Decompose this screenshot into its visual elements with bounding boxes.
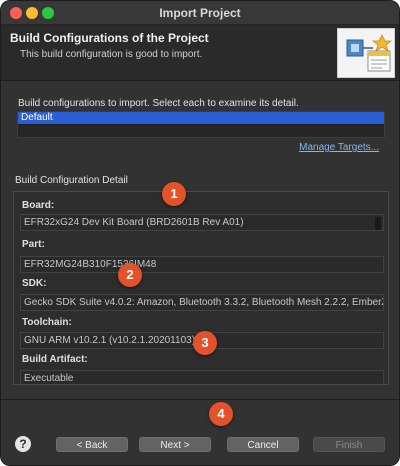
part-label: Part: xyxy=(22,239,45,250)
callout-badge-2: 2 xyxy=(118,263,142,287)
sdk-field: Gecko SDK Suite v4.0.2: Amazon, Bluetoot… xyxy=(20,294,384,311)
title-bar: Import Project xyxy=(1,1,399,25)
back-button[interactable]: < Back xyxy=(56,437,128,452)
window-title: Import Project xyxy=(159,6,241,20)
next-button[interactable]: Next > xyxy=(139,437,211,452)
callout-badge-3: 3 xyxy=(193,331,217,355)
wizard-banner-icon xyxy=(337,28,395,78)
build-artifact-field: Executable xyxy=(20,370,384,384)
list-empty-row xyxy=(18,125,384,137)
board-label: Board: xyxy=(22,200,55,211)
page-title: Build Configurations of the Project xyxy=(10,31,209,45)
sdk-label: SDK: xyxy=(22,278,47,289)
finish-button[interactable]: Finish xyxy=(313,437,385,452)
help-icon[interactable]: ? xyxy=(15,436,31,452)
detail-section-title: Build Configuration Detail xyxy=(15,175,128,186)
board-field: EFR32xG24 Dev Kit Board (BRD2601B Rev A0… xyxy=(20,214,384,231)
board-field-scrollbar[interactable] xyxy=(375,217,381,230)
configs-label: Build configurations to import. Select e… xyxy=(18,98,299,109)
part-field: EFR32MG24B310F1536IM48 xyxy=(20,256,384,273)
import-project-dialog: Import Project Build Configurations of t… xyxy=(0,0,400,466)
manage-targets-link[interactable]: Manage Targets... xyxy=(299,142,379,153)
list-item-default[interactable]: Default xyxy=(18,112,384,124)
footer-divider xyxy=(1,399,399,400)
cancel-button[interactable]: Cancel xyxy=(227,437,299,452)
build-config-list[interactable]: Default xyxy=(17,111,385,138)
wizard-header: Build Configurations of the Project This… xyxy=(1,25,399,81)
callout-badge-4: 4 xyxy=(209,402,233,426)
build-artifact-label: Build Artifact: xyxy=(22,354,88,365)
page-subtitle: This build configuration is good to impo… xyxy=(20,49,203,60)
toolchain-label: Toolchain: xyxy=(22,317,72,328)
board-value: EFR32xG24 Dev Kit Board (BRD2601B Rev A0… xyxy=(24,217,244,228)
build-config-detail: Board: EFR32xG24 Dev Kit Board (BRD2601B… xyxy=(13,191,389,385)
callout-badge-1: 1 xyxy=(162,182,186,206)
